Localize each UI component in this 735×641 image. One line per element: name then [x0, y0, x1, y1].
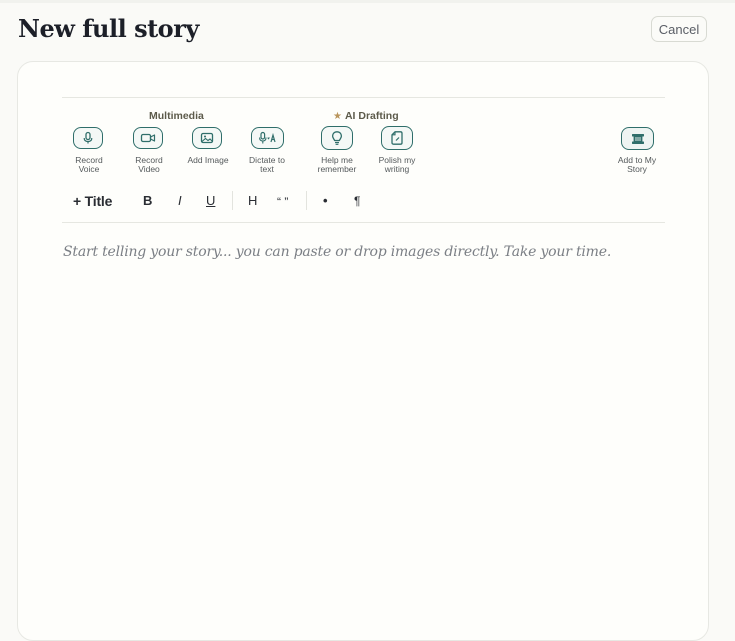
record-video-button[interactable]: [133, 127, 163, 149]
cancel-button[interactable]: Cancel: [651, 16, 707, 42]
story-editor-card: Multimedia ★ AI Drafting Record Voice Rec…: [17, 61, 709, 641]
book-add-icon: [631, 133, 644, 144]
top-border: [0, 0, 735, 3]
record-voice-button[interactable]: [73, 127, 103, 149]
dictate-to-text-label: Dictate to text: [249, 155, 285, 174]
paragraph-button[interactable]: ¶: [354, 193, 360, 209]
star-icon: ★: [333, 111, 342, 122]
polish-my-writing-button[interactable]: [381, 126, 413, 150]
multimedia-group-label: Multimedia: [149, 110, 204, 122]
underline-button[interactable]: U: [206, 193, 215, 209]
add-image-button[interactable]: [192, 127, 222, 149]
italic-button[interactable]: I: [178, 193, 182, 209]
toolbar-bottom-divider: [62, 222, 665, 223]
bold-button[interactable]: B: [143, 193, 152, 209]
format-separator: [306, 191, 307, 210]
add-to-my-story-button[interactable]: [621, 127, 654, 150]
add-to-my-story-label: Add to My Story: [617, 155, 657, 174]
help-me-remember-button[interactable]: [321, 126, 353, 150]
ai-drafting-group-label: ★ AI Drafting: [333, 110, 399, 122]
lightbulb-icon: [331, 131, 343, 145]
format-separator: [232, 191, 233, 210]
story-text-area[interactable]: Start telling your story... you can past…: [63, 244, 611, 260]
dictate-icon: [258, 131, 276, 144]
quote-button[interactable]: “ ”: [277, 194, 288, 210]
dictate-to-text-button[interactable]: [251, 127, 284, 149]
video-camera-icon: [140, 133, 156, 143]
polish-document-icon: [391, 131, 403, 145]
toolbar-top-divider: [62, 97, 665, 98]
image-icon: [200, 132, 214, 144]
add-title-button[interactable]: + Title: [73, 193, 112, 209]
page-title: New full story: [18, 14, 199, 43]
heading-button[interactable]: H: [248, 193, 257, 209]
polish-my-writing-label: Polish my writing: [378, 155, 416, 174]
microphone-icon: [83, 131, 93, 144]
bullet-list-button[interactable]: •: [323, 193, 328, 209]
